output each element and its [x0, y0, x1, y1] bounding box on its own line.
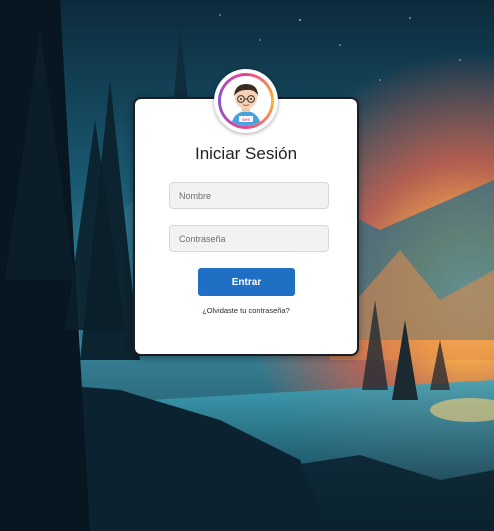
username-input[interactable] [169, 182, 329, 209]
avatar-illustration: SHT [221, 76, 271, 126]
forgot-password-link[interactable]: ¿Olvidaste tu contraseña? [133, 306, 359, 315]
submit-button[interactable]: Entrar [198, 268, 295, 296]
avatar: SHT [214, 69, 278, 133]
page-title: Iniciar Sesión [194, 144, 298, 163]
password-input[interactable] [169, 225, 329, 252]
avatar-ring-gradient: SHT [218, 73, 274, 129]
avatar-shirt-text: SHT [242, 117, 251, 122]
